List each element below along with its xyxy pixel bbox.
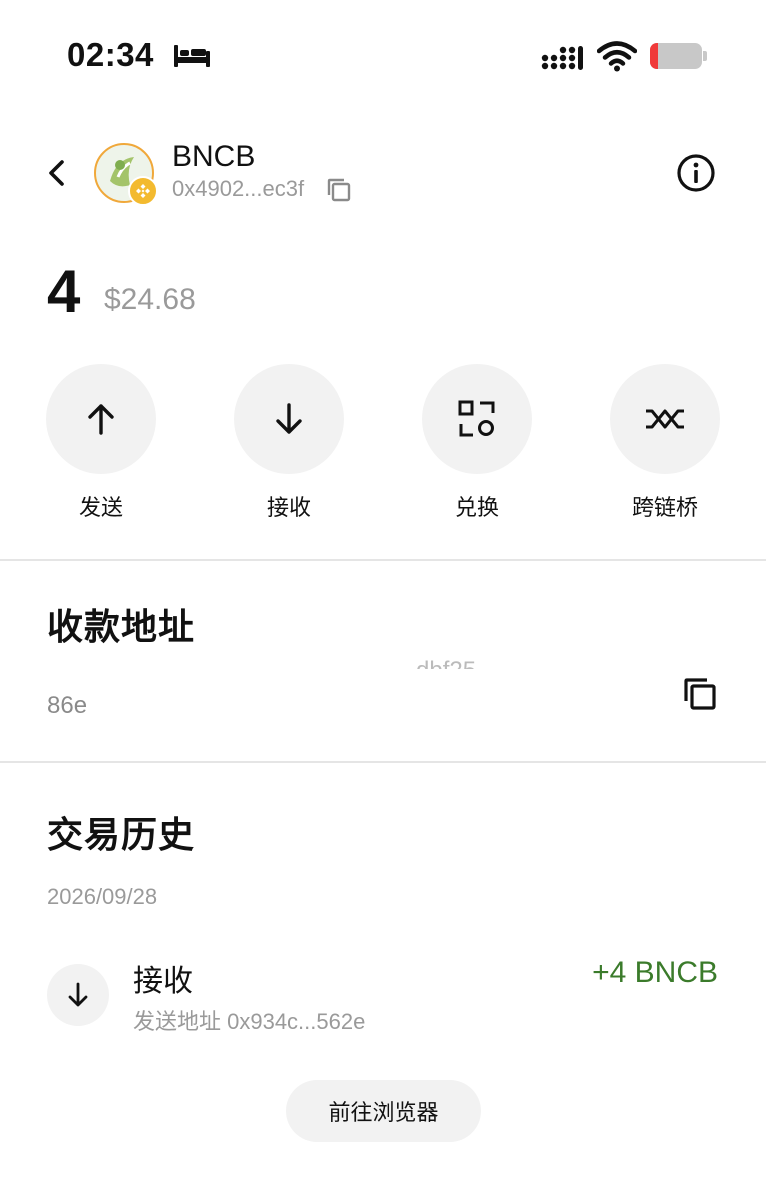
receive-button[interactable]: 接收 (234, 364, 344, 522)
signal-icon (541, 46, 583, 70)
tx-receive-icon-wrap[interactable] (47, 964, 109, 1026)
copy-address-icon[interactable] (682, 676, 718, 712)
bridge-icon (646, 409, 684, 429)
tx-type[interactable]: 接收 (133, 956, 193, 1000)
info-icon[interactable] (676, 153, 716, 193)
swap-icon (458, 400, 495, 437)
bridge-label: 跨链桥 (631, 495, 698, 520)
arrow-up-icon (88, 404, 114, 435)
bnb-chain-badge-icon (128, 176, 158, 206)
send-label: 发送 (78, 495, 123, 520)
battery-level (650, 43, 658, 69)
token-balance-fiat: $24.68 (104, 283, 196, 316)
tx-from-address: 发送地址 0x934c...562e (133, 1009, 366, 1034)
token-contract-address: 0x4902...ec3f (172, 176, 305, 201)
battery-nub (703, 51, 707, 61)
status-time: 02:34 (67, 36, 154, 73)
arrow-down-icon (276, 403, 302, 434)
receive-address-title: 收款地址 (47, 606, 196, 647)
divider (0, 761, 766, 763)
send-button[interactable]: 发送 (46, 364, 156, 522)
divider (0, 559, 766, 561)
swap-label: 兑换 (454, 495, 499, 520)
swap-button[interactable]: 兑换 (422, 364, 532, 522)
receive-address-line-1: ...dbf25... (396, 657, 496, 669)
wifi-icon (597, 41, 637, 72)
history-date: 2026/09/28 (47, 884, 158, 909)
chevron-left-icon[interactable] (42, 156, 74, 190)
token-balance: 4 (47, 258, 81, 325)
receive-label: 接收 (266, 495, 311, 520)
swap-button-circle[interactable] (422, 364, 532, 474)
arrow-down-icon (68, 982, 88, 1007)
bed-icon (174, 45, 210, 67)
open-explorer-button[interactable]: 前往浏览器 (286, 1080, 481, 1142)
bridge-button[interactable]: 跨链桥 (610, 364, 720, 522)
receive-button-circle[interactable] (234, 364, 344, 474)
receive-address-line-2: 86e (47, 692, 88, 719)
bridge-button-circle[interactable] (610, 364, 720, 474)
battery-indicator (650, 43, 702, 69)
copy-icon[interactable] (326, 177, 352, 203)
tx-amount: +4 BNCB (592, 956, 718, 989)
transaction-history-title: 交易历史 (47, 814, 196, 855)
token-name: BNCB (172, 140, 256, 173)
send-button-circle[interactable] (46, 364, 156, 474)
